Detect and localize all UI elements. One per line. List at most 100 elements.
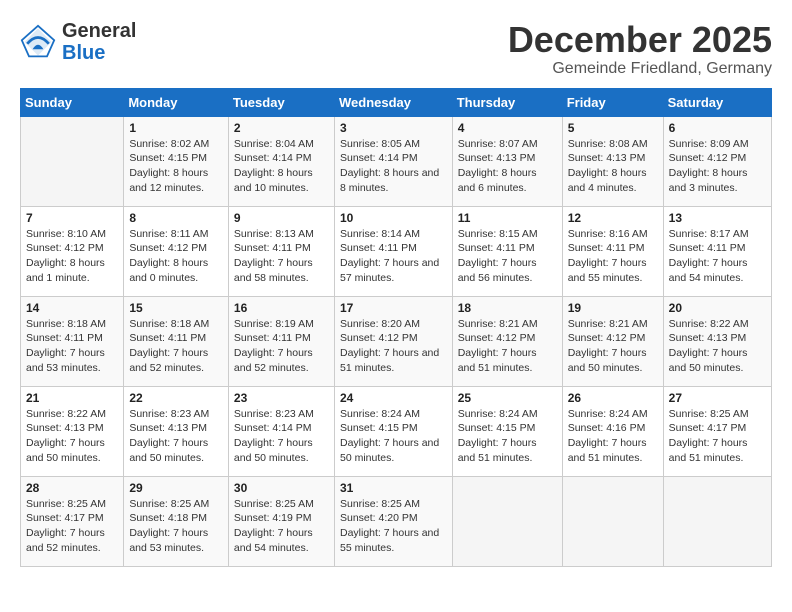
calendar-cell: 6 Sunrise: 8:09 AMSunset: 4:12 PMDaylight… — [663, 116, 771, 206]
day-number: 27 — [669, 391, 766, 405]
logo-icon — [20, 24, 56, 60]
calendar-cell: 16 Sunrise: 8:19 AMSunset: 4:11 PMDayligh… — [228, 296, 334, 386]
day-number: 15 — [129, 301, 223, 315]
day-number: 2 — [234, 121, 329, 135]
logo-text: General Blue — [62, 20, 136, 64]
calendar-cell: 2 Sunrise: 8:04 AMSunset: 4:14 PMDaylight… — [228, 116, 334, 206]
day-info: Sunrise: 8:24 AMSunset: 4:15 PMDaylight:… — [458, 407, 557, 466]
day-number: 31 — [340, 481, 447, 495]
day-number: 4 — [458, 121, 557, 135]
day-info: Sunrise: 8:13 AMSunset: 4:11 PMDaylight:… — [234, 227, 329, 286]
day-info: Sunrise: 8:25 AMSunset: 4:20 PMDaylight:… — [340, 497, 447, 556]
day-number: 12 — [568, 211, 658, 225]
day-info: Sunrise: 8:08 AMSunset: 4:13 PMDaylight:… — [568, 137, 658, 196]
day-info: Sunrise: 8:14 AMSunset: 4:11 PMDaylight:… — [340, 227, 447, 286]
calendar-cell: 19Sunrise: 8:21 AMSunset: 4:12 PMDayligh… — [562, 296, 663, 386]
header-row: SundayMondayTuesdayWednesdayThursdayFrid… — [21, 88, 772, 116]
calendar-cell: 15Sunrise: 8:18 AMSunset: 4:11 PMDayligh… — [124, 296, 229, 386]
calendar-cell: 21Sunrise: 8:22 AMSunset: 4:13 PMDayligh… — [21, 386, 124, 476]
day-number: 9 — [234, 211, 329, 225]
calendar-cell — [663, 476, 771, 566]
header-day-monday: Monday — [124, 88, 229, 116]
calendar-table: SundayMondayTuesdayWednesdayThursdayFrid… — [20, 88, 772, 567]
calendar-cell — [562, 476, 663, 566]
day-number: 7 — [26, 211, 118, 225]
calendar-cell: 28Sunrise: 8:25 AMSunset: 4:17 PMDayligh… — [21, 476, 124, 566]
calendar-cell: 10Sunrise: 8:14 AMSunset: 4:11 PMDayligh… — [334, 206, 452, 296]
header-day-friday: Friday — [562, 88, 663, 116]
day-number: 22 — [129, 391, 223, 405]
calendar-cell — [21, 116, 124, 206]
day-number: 23 — [234, 391, 329, 405]
day-info: Sunrise: 8:22 AMSunset: 4:13 PMDaylight:… — [26, 407, 118, 466]
day-number: 19 — [568, 301, 658, 315]
day-number: 17 — [340, 301, 447, 315]
day-number: 8 — [129, 211, 223, 225]
calendar-cell: 26 Sunrise: 8:24 AMSunset: 4:16 PMDayligh… — [562, 386, 663, 476]
day-info: Sunrise: 8:16 AMSunset: 4:11 PMDaylight:… — [568, 227, 658, 286]
day-info: Sunrise: 8:11 AMSunset: 4:12 PMDaylight:… — [129, 227, 223, 286]
day-info: Sunrise: 8:02 AMSunset: 4:15 PMDaylight:… — [129, 137, 223, 196]
calendar-header: SundayMondayTuesdayWednesdayThursdayFrid… — [21, 88, 772, 116]
day-info: Sunrise: 8:24 AMSunset: 4:16 PMDaylight:… — [568, 407, 658, 466]
calendar-cell: 1 Sunrise: 8:02 AMSunset: 4:15 PMDaylight… — [124, 116, 229, 206]
day-info: Sunrise: 8:18 AMSunset: 4:11 PMDaylight:… — [26, 317, 118, 376]
calendar-cell: 29Sunrise: 8:25 AMSunset: 4:18 PMDayligh… — [124, 476, 229, 566]
calendar-cell: 24 Sunrise: 8:24 AMSunset: 4:15 PMDayligh… — [334, 386, 452, 476]
location-subtitle: Gemeinde Friedland, Germany — [508, 60, 772, 78]
calendar-cell: 23 Sunrise: 8:23 AMSunset: 4:14 PMDayligh… — [228, 386, 334, 476]
day-info: Sunrise: 8:23 AMSunset: 4:14 PMDaylight:… — [234, 407, 329, 466]
day-number: 16 — [234, 301, 329, 315]
day-number: 13 — [669, 211, 766, 225]
header-day-thursday: Thursday — [452, 88, 562, 116]
calendar-body: 1 Sunrise: 8:02 AMSunset: 4:15 PMDaylight… — [21, 116, 772, 566]
calendar-cell: 31 Sunrise: 8:25 AMSunset: 4:20 PMDayligh… — [334, 476, 452, 566]
day-number: 30 — [234, 481, 329, 495]
day-number: 14 — [26, 301, 118, 315]
day-info: Sunrise: 8:20 AMSunset: 4:12 PMDaylight:… — [340, 317, 447, 376]
day-info: Sunrise: 8:25 AMSunset: 4:17 PMDaylight:… — [26, 497, 118, 556]
calendar-week-4: 21Sunrise: 8:22 AMSunset: 4:13 PMDayligh… — [21, 386, 772, 476]
calendar-cell: 30Sunrise: 8:25 AMSunset: 4:19 PMDayligh… — [228, 476, 334, 566]
calendar-cell: 8 Sunrise: 8:11 AMSunset: 4:12 PMDaylight… — [124, 206, 229, 296]
day-number: 26 — [568, 391, 658, 405]
calendar-cell: 20 Sunrise: 8:22 AMSunset: 4:13 PMDayligh… — [663, 296, 771, 386]
day-number: 6 — [669, 121, 766, 135]
day-number: 5 — [568, 121, 658, 135]
day-number: 29 — [129, 481, 223, 495]
header-day-tuesday: Tuesday — [228, 88, 334, 116]
day-info: Sunrise: 8:17 AMSunset: 4:11 PMDaylight:… — [669, 227, 766, 286]
calendar-week-1: 1 Sunrise: 8:02 AMSunset: 4:15 PMDaylight… — [21, 116, 772, 206]
calendar-cell: 5 Sunrise: 8:08 AMSunset: 4:13 PMDaylight… — [562, 116, 663, 206]
day-number: 11 — [458, 211, 557, 225]
calendar-cell: 18Sunrise: 8:21 AMSunset: 4:12 PMDayligh… — [452, 296, 562, 386]
calendar-cell: 3 Sunrise: 8:05 AMSunset: 4:14 PMDaylight… — [334, 116, 452, 206]
day-info: Sunrise: 8:07 AMSunset: 4:13 PMDaylight:… — [458, 137, 557, 196]
day-info: Sunrise: 8:22 AMSunset: 4:13 PMDaylight:… — [669, 317, 766, 376]
day-info: Sunrise: 8:04 AMSunset: 4:14 PMDaylight:… — [234, 137, 329, 196]
day-number: 3 — [340, 121, 447, 135]
calendar-cell: 4 Sunrise: 8:07 AMSunset: 4:13 PMDaylight… — [452, 116, 562, 206]
calendar-cell: 11 Sunrise: 8:15 AMSunset: 4:11 PMDayligh… — [452, 206, 562, 296]
day-number: 1 — [129, 121, 223, 135]
page-header: General Blue December 2025 Gemeinde Frie… — [20, 20, 772, 78]
day-number: 20 — [669, 301, 766, 315]
header-day-wednesday: Wednesday — [334, 88, 452, 116]
calendar-cell: 14 Sunrise: 8:18 AMSunset: 4:11 PMDayligh… — [21, 296, 124, 386]
day-info: Sunrise: 8:24 AMSunset: 4:15 PMDaylight:… — [340, 407, 447, 466]
calendar-cell: 22 Sunrise: 8:23 AMSunset: 4:13 PMDayligh… — [124, 386, 229, 476]
day-info: Sunrise: 8:25 AMSunset: 4:17 PMDaylight:… — [669, 407, 766, 466]
calendar-cell: 13 Sunrise: 8:17 AMSunset: 4:11 PMDayligh… — [663, 206, 771, 296]
day-info: Sunrise: 8:05 AMSunset: 4:14 PMDaylight:… — [340, 137, 447, 196]
calendar-week-2: 7Sunrise: 8:10 AMSunset: 4:12 PMDaylight… — [21, 206, 772, 296]
logo: General Blue — [20, 20, 136, 64]
day-number: 24 — [340, 391, 447, 405]
calendar-cell: 7Sunrise: 8:10 AMSunset: 4:12 PMDaylight… — [21, 206, 124, 296]
day-info: Sunrise: 8:15 AMSunset: 4:11 PMDaylight:… — [458, 227, 557, 286]
day-info: Sunrise: 8:23 AMSunset: 4:13 PMDaylight:… — [129, 407, 223, 466]
calendar-cell: 17 Sunrise: 8:20 AMSunset: 4:12 PMDayligh… — [334, 296, 452, 386]
calendar-cell: 12 Sunrise: 8:16 AMSunset: 4:11 PMDayligh… — [562, 206, 663, 296]
day-info: Sunrise: 8:19 AMSunset: 4:11 PMDaylight:… — [234, 317, 329, 376]
day-info: Sunrise: 8:09 AMSunset: 4:12 PMDaylight:… — [669, 137, 766, 196]
day-number: 18 — [458, 301, 557, 315]
